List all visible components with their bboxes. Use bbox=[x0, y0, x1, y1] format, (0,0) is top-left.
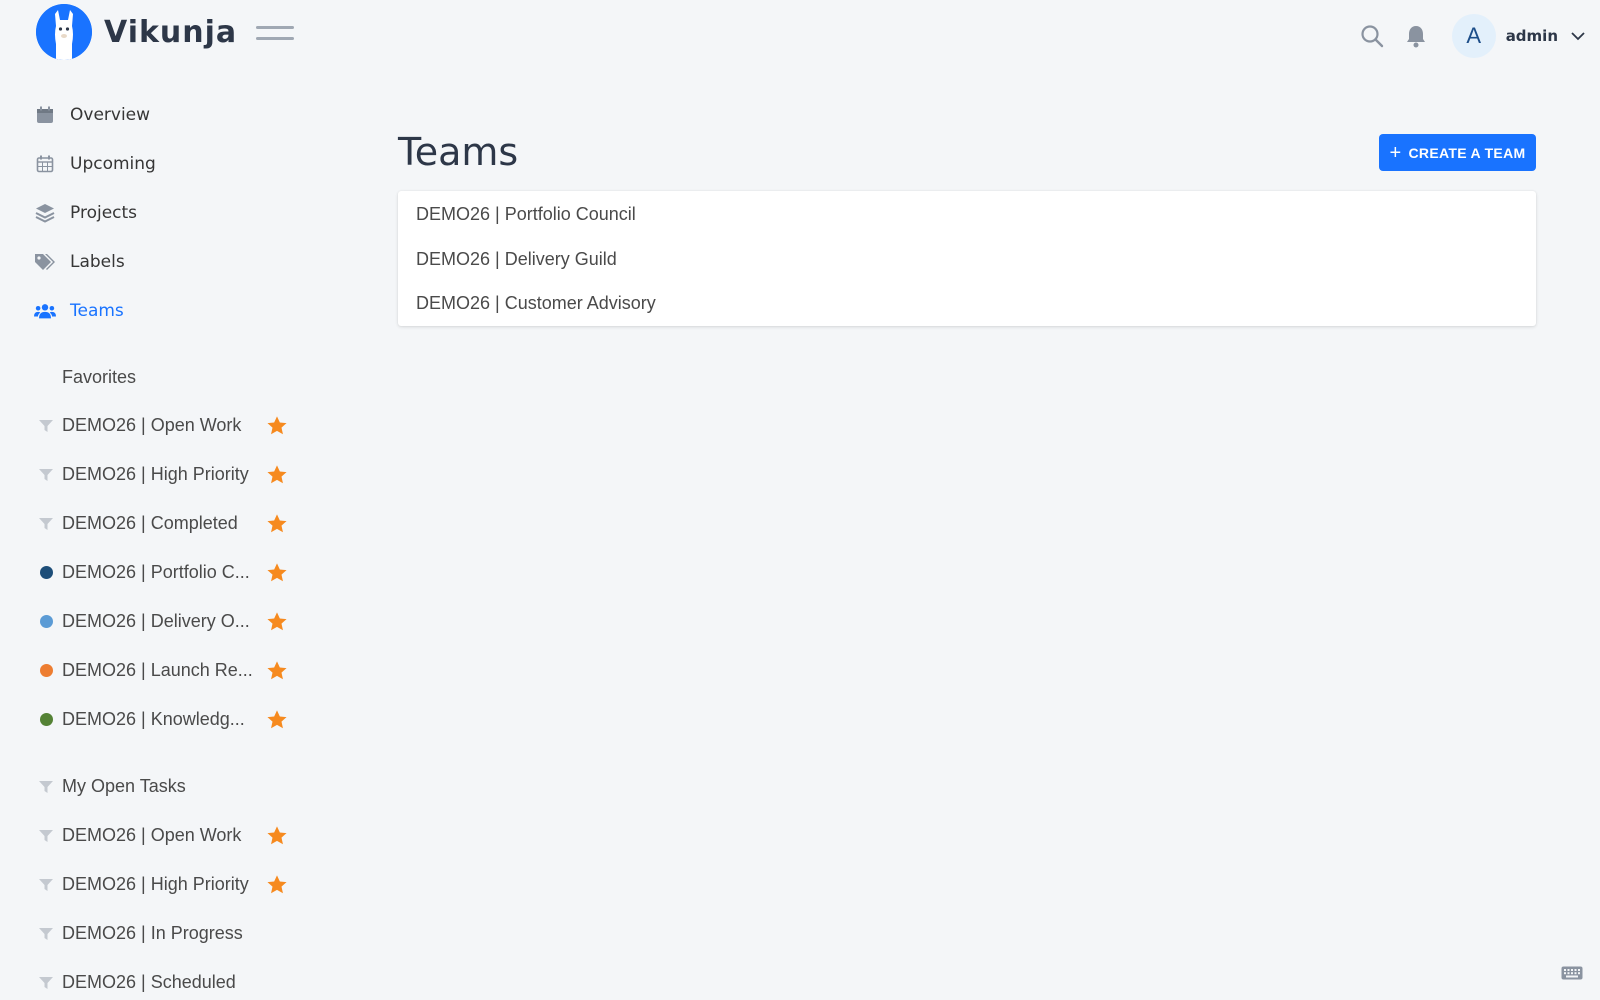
project-label: My Open Tasks bbox=[62, 776, 186, 796]
project-color-dot bbox=[38, 663, 54, 679]
llama-logo-icon bbox=[36, 4, 92, 60]
filter-icon bbox=[38, 418, 54, 434]
favorites-heading[interactable]: Favorites bbox=[0, 353, 320, 401]
project-label: DEMO26 | High Priority bbox=[62, 874, 249, 894]
star-icon[interactable] bbox=[266, 709, 288, 731]
filter-icon bbox=[38, 877, 54, 893]
favorite-label: DEMO26 | Knowledg... bbox=[62, 709, 245, 729]
favorite-label: DEMO26 | Open Work bbox=[62, 415, 242, 435]
sidebar-item-label: Upcoming bbox=[70, 153, 156, 174]
layers-icon bbox=[34, 202, 56, 224]
project-color-dot bbox=[38, 614, 54, 630]
favorite-label: DEMO26 | Completed bbox=[62, 513, 238, 533]
favorite-label: DEMO26 | Delivery O... bbox=[62, 611, 250, 631]
users-icon bbox=[34, 300, 56, 322]
filter-icon bbox=[38, 975, 54, 991]
star-icon[interactable] bbox=[266, 415, 288, 437]
project-item[interactable]: DEMO26 | In Progress bbox=[0, 909, 300, 958]
team-row[interactable]: DEMO26 | Customer Advisory bbox=[398, 281, 1536, 326]
star-icon[interactable] bbox=[266, 660, 288, 682]
project-item[interactable]: DEMO26 | Scheduled bbox=[0, 958, 300, 1000]
bell-icon[interactable] bbox=[1404, 24, 1428, 48]
project-item[interactable]: DEMO26 | Open Work bbox=[0, 811, 300, 860]
filter-icon bbox=[38, 828, 54, 844]
create-team-button[interactable]: + CREATE A TEAM bbox=[1379, 134, 1536, 171]
sidebar-item-label: Overview bbox=[70, 104, 151, 125]
header-actions: A admin bbox=[1360, 14, 1586, 58]
project-label: DEMO26 | Scheduled bbox=[62, 972, 236, 992]
favorite-item[interactable]: DEMO26 | High Priority bbox=[0, 450, 300, 499]
filter-icon bbox=[38, 779, 54, 795]
plus-icon: + bbox=[1389, 141, 1402, 164]
favorite-item[interactable]: DEMO26 | Knowledg... bbox=[0, 695, 300, 744]
project-item[interactable]: My Open Tasks bbox=[0, 762, 300, 811]
star-icon[interactable] bbox=[266, 513, 288, 535]
star-icon[interactable] bbox=[266, 874, 288, 896]
tags-icon bbox=[34, 251, 56, 273]
sidebar-item-teams[interactable]: Teams bbox=[0, 286, 320, 335]
project-color-dot bbox=[38, 712, 54, 728]
project-item[interactable]: DEMO26 | High Priority bbox=[0, 860, 300, 909]
favorite-label: DEMO26 | High Priority bbox=[62, 464, 249, 484]
chevron-down-icon[interactable] bbox=[1570, 28, 1586, 44]
star-icon[interactable] bbox=[266, 611, 288, 633]
star-icon[interactable] bbox=[266, 825, 288, 847]
sidebar-item-label: Labels bbox=[70, 251, 125, 272]
star-icon[interactable] bbox=[266, 464, 288, 486]
calendar-icon bbox=[34, 104, 56, 126]
calendar-grid-icon bbox=[34, 153, 56, 175]
user-name[interactable]: admin bbox=[1506, 27, 1558, 45]
favorite-item[interactable]: DEMO26 | Portfolio C... bbox=[0, 548, 300, 597]
create-team-label: CREATE A TEAM bbox=[1408, 144, 1526, 161]
project-label: DEMO26 | In Progress bbox=[62, 923, 243, 943]
app-logo[interactable]: Vikunja bbox=[36, 4, 237, 60]
app-name: Vikunja bbox=[104, 14, 238, 50]
sidebar-item-label: Projects bbox=[70, 202, 138, 223]
sidebar-item-upcoming[interactable]: Upcoming bbox=[0, 139, 320, 188]
favorite-item[interactable]: DEMO26 | Completed bbox=[0, 499, 300, 548]
keyboard-icon[interactable] bbox=[1561, 966, 1583, 980]
project-color-dot bbox=[38, 565, 54, 581]
avatar[interactable]: A bbox=[1451, 14, 1496, 58]
favorite-item[interactable]: DEMO26 | Open Work bbox=[0, 401, 300, 450]
top-header: Vikunja A admin bbox=[0, 0, 1600, 70]
sidebar-item-projects[interactable]: Projects bbox=[0, 188, 320, 237]
sidebar-item-overview[interactable]: Overview bbox=[0, 90, 320, 139]
favorite-label: DEMO26 | Portfolio C... bbox=[62, 562, 250, 582]
project-label: DEMO26 | Open Work bbox=[62, 825, 242, 845]
filter-icon bbox=[38, 926, 54, 942]
search-icon[interactable] bbox=[1360, 24, 1384, 48]
star-icon[interactable] bbox=[266, 562, 288, 584]
favorite-label: DEMO26 | Launch Re... bbox=[62, 660, 253, 680]
sidebar: Overview Upcoming Projects Labels Teams … bbox=[0, 90, 320, 1000]
favorite-item[interactable]: DEMO26 | Delivery O... bbox=[0, 597, 300, 646]
favorite-item[interactable]: DEMO26 | Launch Re... bbox=[0, 646, 300, 695]
page-title: Teams bbox=[398, 130, 519, 174]
filter-icon bbox=[38, 467, 54, 483]
sidebar-item-label: Teams bbox=[70, 300, 124, 321]
team-row[interactable]: DEMO26 | Portfolio Council bbox=[398, 192, 1536, 237]
team-row[interactable]: DEMO26 | Delivery Guild bbox=[398, 237, 1536, 282]
filter-icon bbox=[38, 516, 54, 532]
team-list: DEMO26 | Portfolio Council DEMO26 | Deli… bbox=[398, 191, 1536, 326]
sidebar-item-labels[interactable]: Labels bbox=[0, 237, 320, 286]
hamburger-icon[interactable] bbox=[256, 26, 294, 44]
